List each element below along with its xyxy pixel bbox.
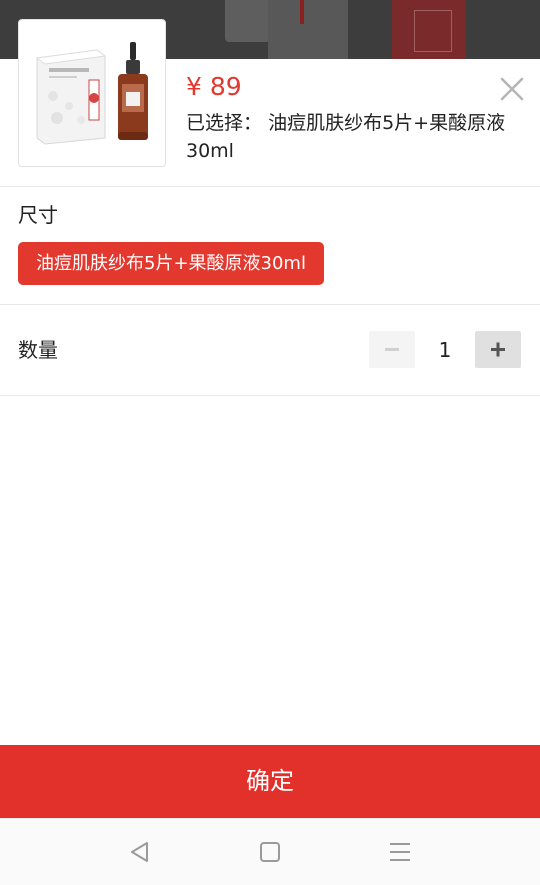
nav-back-button[interactable]	[127, 839, 153, 865]
size-option-selected[interactable]: 油痘肌肤纱布5片+果酸原液30ml	[18, 242, 324, 285]
selected-variant-prefix: 已选择：	[186, 112, 263, 134]
close-icon	[500, 77, 524, 101]
product-price: ¥ 89	[186, 72, 242, 101]
quantity-label: 数量	[18, 338, 58, 362]
divider	[0, 395, 540, 396]
sku-selection-sheet: ¥ 89 已选择： 油痘肌肤纱布5片+果酸原液30ml 尺寸 油痘肌肤纱布5片+…	[0, 19, 540, 745]
quantity-increase-button[interactable]	[475, 331, 521, 368]
background-product-image	[392, 0, 466, 60]
screen: ¥ 89 已选择： 油痘肌肤纱布5片+果酸原液30ml 尺寸 油痘肌肤纱布5片+…	[0, 0, 540, 885]
product-thumbnail-icon	[35, 42, 148, 145]
size-title: 尺寸	[18, 203, 58, 227]
product-thumbnail	[18, 19, 166, 167]
minus-icon	[385, 348, 399, 351]
home-icon	[260, 842, 280, 862]
divider	[0, 186, 540, 187]
close-button[interactable]	[498, 75, 526, 103]
background-product-image	[268, 0, 348, 60]
back-icon	[131, 842, 148, 862]
nav-home-button[interactable]	[257, 839, 283, 865]
quantity-value[interactable]: 1	[420, 335, 470, 365]
quantity-decrease-button[interactable]	[369, 331, 415, 368]
divider	[0, 304, 540, 305]
confirm-button[interactable]: 确定	[0, 745, 540, 818]
menu-icon	[390, 843, 410, 861]
background-product-image	[225, 0, 270, 42]
selected-variant: 已选择： 油痘肌肤纱布5片+果酸原液30ml	[186, 109, 516, 165]
nav-menu-button[interactable]	[387, 839, 413, 865]
plus-icon	[491, 342, 505, 357]
background-product-image	[300, 0, 304, 24]
system-navigation-bar	[0, 818, 540, 885]
